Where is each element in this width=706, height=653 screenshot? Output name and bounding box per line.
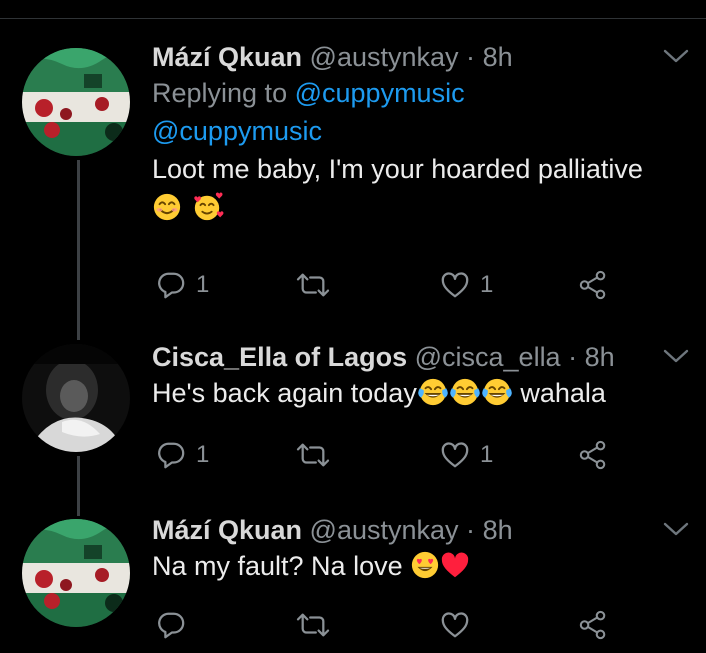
tweet-body: Na my fault? Na love: [152, 551, 411, 581]
display-name[interactable]: Cisca_Ella of Lagos: [152, 342, 407, 372]
avatar[interactable]: [22, 519, 130, 627]
heart-eyes-emoji: [410, 550, 440, 590]
user-handle[interactable]: @austynkay: [310, 42, 459, 72]
timestamp[interactable]: 8h: [585, 342, 615, 372]
top-divider: [0, 18, 706, 19]
reply-icon: [156, 270, 186, 300]
share-icon: [578, 440, 608, 470]
separator-dot: ·: [466, 515, 476, 545]
reply-icon: [156, 610, 186, 640]
share-button[interactable]: [578, 605, 608, 645]
tears-of-joy-emoji: [417, 377, 449, 417]
tweet[interactable]: Mází Qkuan @austynkay · 8h Na my fault? …: [0, 513, 706, 653]
user-handle[interactable]: @austynkay: [310, 515, 459, 545]
tears-of-joy-emoji: [481, 377, 513, 417]
smiling-face-with-hearts-emoji: [190, 192, 224, 233]
retweet-icon: [296, 610, 330, 640]
avatar[interactable]: [22, 48, 130, 156]
like-button[interactable]: [440, 605, 480, 645]
tweet[interactable]: Mází Qkuan @austynkay · 8h Replying to @…: [0, 40, 706, 310]
reply-count: 1: [196, 441, 210, 468]
reply-button[interactable]: 1: [156, 435, 209, 475]
separator-dot: ·: [568, 342, 578, 372]
like-button[interactable]: 1: [440, 435, 493, 475]
share-button[interactable]: [578, 265, 608, 305]
chevron-down-icon[interactable]: [662, 519, 690, 544]
timestamp[interactable]: 8h: [483, 515, 513, 545]
retweet-icon: [296, 270, 330, 300]
separator-dot: ·: [466, 42, 476, 72]
chevron-down-icon[interactable]: [662, 346, 690, 371]
tweet-text: Na my fault? Na love: [152, 547, 690, 590]
tweet-text: @cuppymusic Loot me baby, I'm your hoard…: [152, 112, 690, 233]
action-bar: 1 1: [152, 265, 622, 305]
like-icon: [440, 270, 470, 300]
like-icon: [440, 440, 470, 470]
retweet-button[interactable]: [296, 435, 340, 475]
like-count: 1: [480, 441, 494, 468]
mention-link[interactable]: @cuppymusic: [152, 112, 690, 150]
smiling-face-emoji: [152, 192, 182, 233]
replying-to-link[interactable]: @cuppymusic: [295, 78, 465, 108]
share-icon: [578, 270, 608, 300]
action-bar: [152, 605, 622, 645]
replying-to: Replying to @cuppymusic: [152, 74, 690, 112]
display-name[interactable]: Mází Qkuan: [152, 515, 302, 545]
user-handle[interactable]: @cisca_ella: [415, 342, 561, 372]
share-icon: [578, 610, 608, 640]
retweet-button[interactable]: [296, 265, 340, 305]
reply-count: 1: [196, 271, 210, 298]
tweet-text: He's back again today wahala: [152, 374, 690, 417]
retweet-icon: [296, 440, 330, 470]
reply-button[interactable]: [156, 605, 196, 645]
display-name[interactable]: Mází Qkuan: [152, 42, 302, 72]
like-count: 1: [480, 271, 494, 298]
tweet-body: Loot me baby, I'm your hoarded palliativ…: [152, 154, 643, 184]
tweet-content: Cisca_Ella of Lagos @cisca_ella · 8h He'…: [152, 340, 690, 417]
tweet[interactable]: Cisca_Ella of Lagos @cisca_ella · 8h He'…: [0, 340, 706, 480]
tweet-body-end: wahala: [512, 378, 606, 408]
red-heart-emoji: [440, 550, 470, 590]
timestamp[interactable]: 8h: [483, 42, 513, 72]
tweet-body: He's back again today: [152, 378, 417, 408]
retweet-button[interactable]: [296, 605, 340, 645]
tweet-content: Mází Qkuan @austynkay · 8h Na my fault? …: [152, 513, 690, 590]
tears-of-joy-emoji: [449, 377, 481, 417]
like-button[interactable]: 1: [440, 265, 493, 305]
share-button[interactable]: [578, 435, 608, 475]
reply-icon: [156, 440, 186, 470]
tweet-header: Mází Qkuan @austynkay · 8h: [152, 513, 690, 547]
tweet-header: Mází Qkuan @austynkay · 8h: [152, 40, 690, 74]
reply-button[interactable]: 1: [156, 265, 209, 305]
like-icon: [440, 610, 470, 640]
replying-to-label: Replying to: [152, 78, 288, 108]
tweet-content: Mází Qkuan @austynkay · 8h Replying to @…: [152, 40, 690, 233]
action-bar: 1 1: [152, 435, 622, 475]
tweet-header: Cisca_Ella of Lagos @cisca_ella · 8h: [152, 340, 690, 374]
emoji-row: [152, 188, 690, 233]
chevron-down-icon[interactable]: [662, 46, 690, 71]
avatar[interactable]: [22, 344, 130, 452]
